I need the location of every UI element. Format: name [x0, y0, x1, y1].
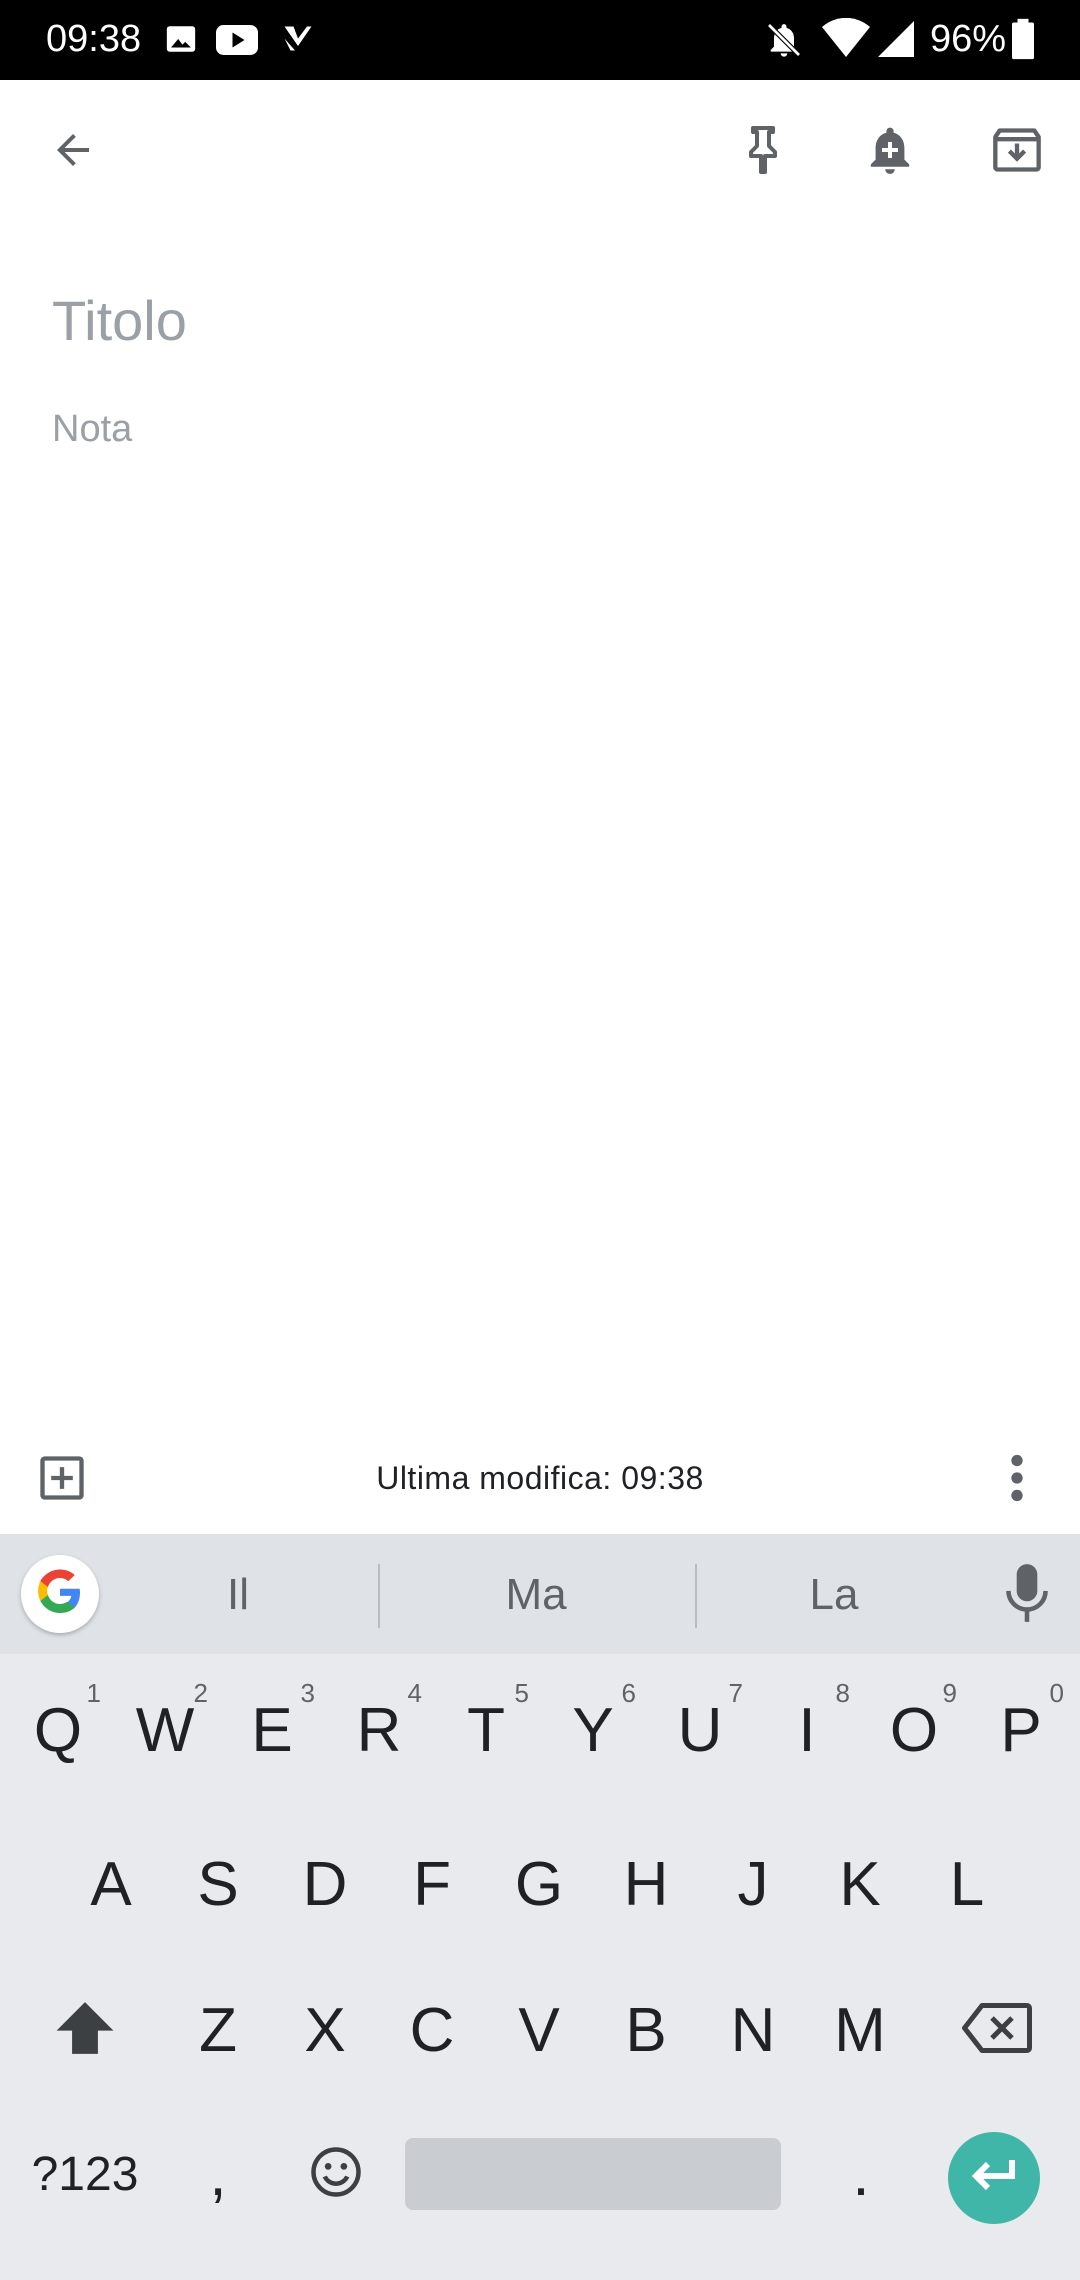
more-options-button[interactable] [969, 1432, 1065, 1528]
shift-key[interactable] [28, 1970, 142, 2090]
period-key[interactable]: . [808, 2118, 914, 2230]
enter-arrow-icon [968, 2156, 1020, 2201]
suggestion-divider [695, 1564, 697, 1628]
enter-key[interactable] [948, 2132, 1040, 2224]
comma-key[interactable]: , [168, 2118, 268, 2230]
google-button[interactable] [21, 1555, 99, 1633]
back-arrow-icon [49, 126, 97, 179]
note-title-input[interactable] [52, 288, 1032, 353]
key-c[interactable]: C [379, 1970, 485, 2090]
key-m[interactable]: M [807, 1970, 913, 2090]
note-bottom-bar: Ultima modifica: 09:38 [0, 1430, 1080, 1530]
key-e[interactable]: E3 [219, 1670, 325, 1790]
key-f[interactable]: F [379, 1824, 485, 1944]
key-b[interactable]: B [593, 1970, 699, 2090]
image-icon [164, 22, 198, 61]
status-time: 09:38 [46, 18, 142, 60]
wifi-icon [822, 17, 870, 65]
keyboard: Il Ma La Q1 W2 E3 R4 T5 Y6 U7 I8 O9 P0 A… [0, 1534, 1080, 2280]
battery-icon [1012, 18, 1034, 65]
more-vert-icon [1009, 1454, 1025, 1507]
suggestion-strip: Il Ma La [0, 1534, 1080, 1654]
archive-button[interactable] [969, 104, 1065, 200]
key-u[interactable]: U7 [647, 1670, 753, 1790]
key-r[interactable]: R4 [326, 1670, 432, 1790]
space-bar[interactable] [405, 2138, 781, 2210]
microphone-icon [1002, 1564, 1052, 1630]
key-k[interactable]: K [807, 1824, 913, 1944]
suggestion-divider [378, 1564, 380, 1628]
key-s[interactable]: S [165, 1824, 271, 1944]
back-button[interactable] [25, 104, 121, 200]
key-v[interactable]: V [486, 1970, 592, 2090]
pin-button[interactable] [715, 104, 811, 200]
add-reminder-icon [866, 124, 914, 181]
key-o[interactable]: O9 [861, 1670, 967, 1790]
bell-off-icon [764, 20, 804, 65]
reminder-button[interactable] [842, 104, 938, 200]
key-n[interactable]: N [700, 1970, 806, 2090]
key-y[interactable]: Y6 [540, 1670, 646, 1790]
signal-icon [878, 20, 914, 63]
add-content-button[interactable] [14, 1432, 110, 1528]
key-p[interactable]: P0 [968, 1670, 1074, 1790]
add-box-icon [36, 1452, 88, 1509]
status-bar: 09:38 96% [0, 0, 1080, 80]
suggestion-2[interactable]: Ma [476, 1570, 596, 1620]
backspace-icon [962, 2002, 1032, 2059]
suggestion-3[interactable]: La [774, 1570, 894, 1620]
youtube-icon [216, 24, 258, 61]
symbols-key[interactable]: ?123 [14, 2118, 156, 2230]
pin-icon [739, 124, 787, 181]
key-q[interactable]: Q1 [5, 1670, 111, 1790]
key-g[interactable]: G [486, 1824, 592, 1944]
check-icon [280, 22, 316, 63]
suggestion-1[interactable]: Il [178, 1570, 298, 1620]
key-l[interactable]: L [914, 1824, 1020, 1944]
key-h[interactable]: H [593, 1824, 699, 1944]
key-x[interactable]: X [272, 1970, 378, 2090]
key-d[interactable]: D [272, 1824, 378, 1944]
emoji-smiley-icon [309, 2145, 363, 2204]
battery-percent: 96% [930, 18, 1007, 60]
last-modified-text: Ultima modifica: 09:38 [376, 1460, 704, 1496]
key-w[interactable]: W2 [112, 1670, 218, 1790]
note-body-input[interactable] [52, 408, 1032, 468]
key-a[interactable]: A [58, 1824, 164, 1944]
key-z[interactable]: Z [165, 1970, 271, 2090]
key-j[interactable]: J [700, 1824, 806, 1944]
key-t[interactable]: T5 [433, 1670, 539, 1790]
emoji-key[interactable] [280, 2118, 392, 2230]
archive-icon [991, 124, 1043, 181]
key-i[interactable]: I8 [754, 1670, 860, 1790]
voice-input-button[interactable] [1002, 1560, 1052, 1631]
google-logo-icon [36, 1568, 84, 1621]
backspace-key[interactable] [940, 1970, 1054, 2090]
shift-arrow-icon [54, 1999, 116, 2062]
